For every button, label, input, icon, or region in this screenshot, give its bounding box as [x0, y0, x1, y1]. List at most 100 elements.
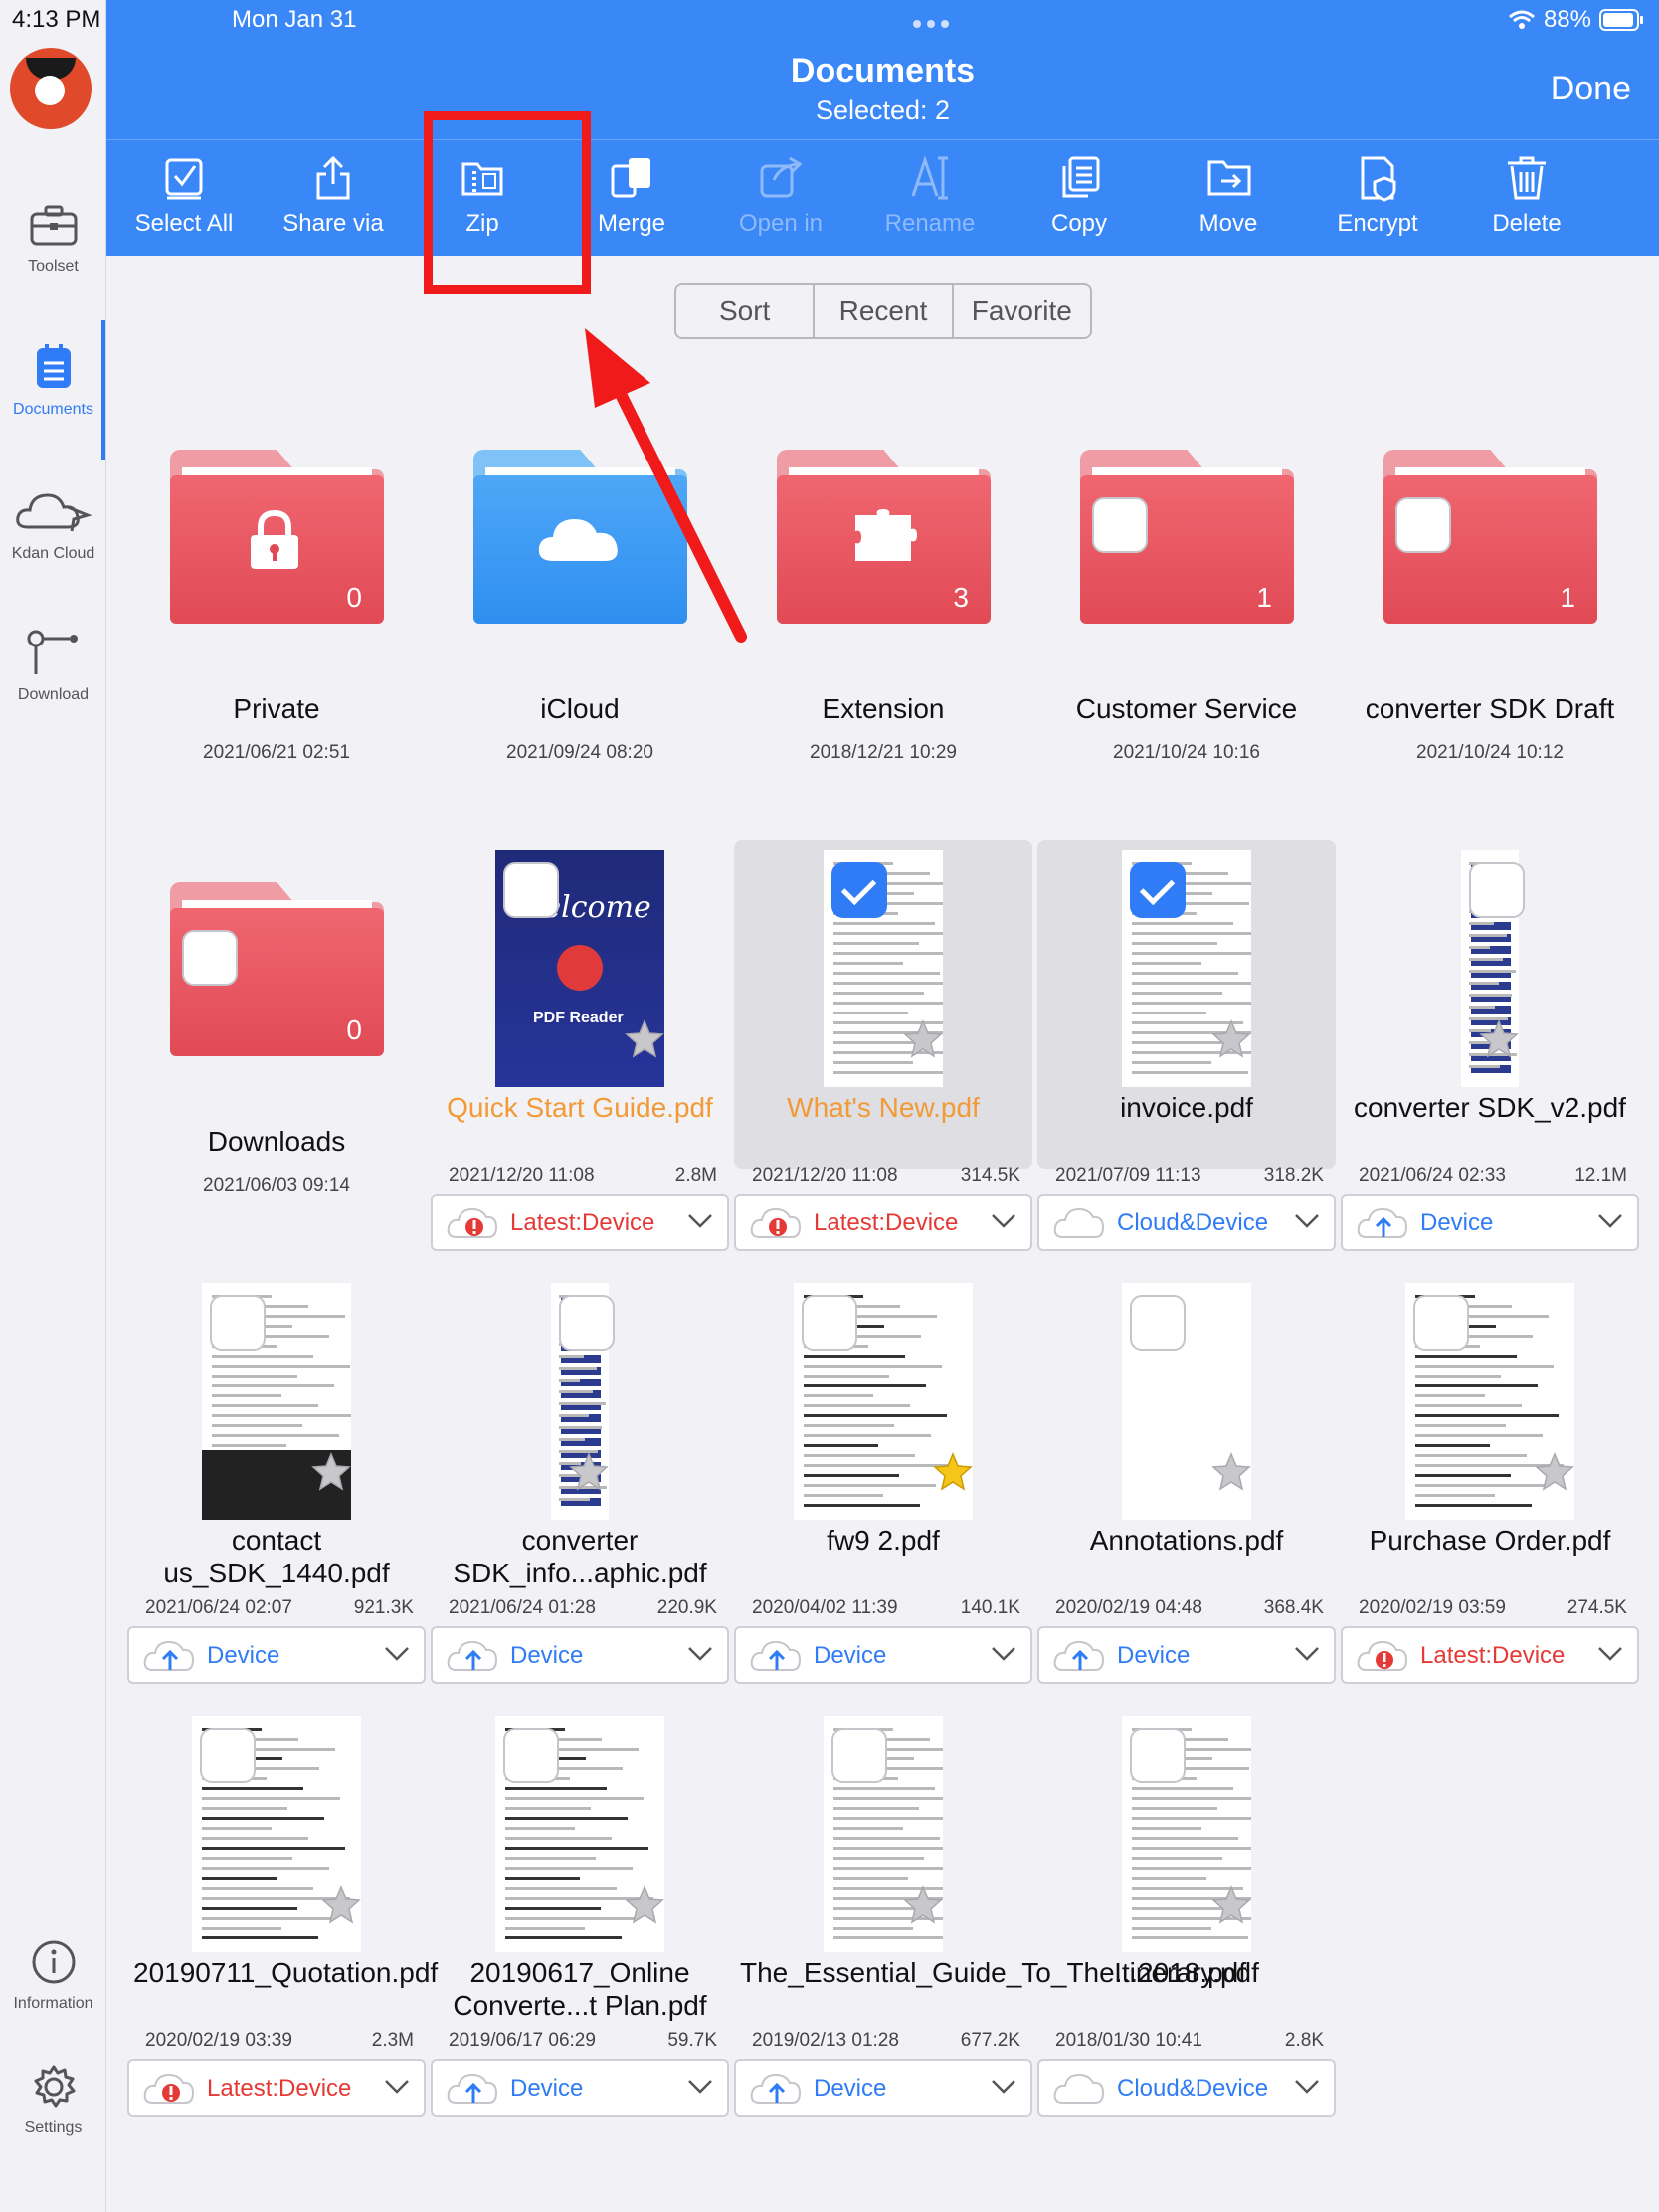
select-checkbox[interactable] — [1130, 1295, 1186, 1351]
star-icon[interactable] — [321, 1885, 361, 1930]
tool-share-via-button[interactable]: Share via — [259, 154, 408, 238]
folder-count: 1 — [1560, 582, 1575, 613]
select-checkbox[interactable] — [1395, 497, 1451, 553]
folder-private[interactable]: 0 Private 2021/06/21 02:51 — [127, 380, 426, 798]
chevron-down-icon — [1597, 1646, 1623, 1667]
folder-converter-sdk-draft[interactable]: 1 converter SDK Draft 2021/10/24 10:12 — [1341, 380, 1639, 798]
sync-status-dropdown[interactable]: Cloud&Device — [1037, 2059, 1336, 2117]
sidebar-item-download[interactable]: Download — [0, 627, 106, 704]
select-checkbox[interactable] — [1413, 1295, 1469, 1351]
warning-cloud-icon — [1357, 1638, 1410, 1679]
file-item-what-s-new-pdf[interactable]: What's New.pdf 2021/12/20 11:08 314.5K — [734, 840, 1032, 1186]
tool-encrypt-button[interactable]: Encrypt — [1303, 154, 1452, 238]
done-button[interactable]: Done — [1551, 70, 1631, 108]
select-checkbox[interactable] — [1469, 862, 1525, 918]
star-icon[interactable] — [1211, 1019, 1251, 1064]
file-item-itinerary-pdf[interactable]: Itinerary.pdf 2018/01/30 10:41 2.8K — [1037, 1706, 1336, 2051]
tool-label: Share via — [282, 210, 384, 237]
sync-status-dropdown[interactable]: Latest:Device — [127, 2059, 426, 2117]
tool-open-in-button[interactable]: Open in — [706, 154, 855, 238]
folder-customer-service[interactable]: 1 Customer Service 2021/10/24 10:16 — [1037, 380, 1336, 798]
file-item-20190711-quotation-pdf[interactable]: 20190711_Quotation.pdf 2020/02/19 03:39 2.… — [127, 1706, 438, 2051]
segment-sort[interactable]: Sort — [676, 285, 816, 337]
chevron-down-icon — [991, 1213, 1016, 1234]
tool-label: Encrypt — [1337, 210, 1418, 237]
star-icon[interactable] — [1211, 1452, 1251, 1497]
star-filled-icon[interactable] — [933, 1452, 973, 1497]
file-size: 59.7K — [667, 2030, 717, 2051]
select-checkbox[interactable] — [831, 862, 887, 918]
tool-move-button[interactable]: Move — [1154, 154, 1303, 238]
sync-status-dropdown[interactable]: Device — [1341, 1194, 1639, 1251]
tool-select-all-button[interactable]: Select All — [109, 154, 259, 238]
select-checkbox[interactable] — [1130, 1728, 1186, 1783]
star-icon[interactable] — [311, 1452, 351, 1497]
sync-status-dropdown[interactable]: Device — [431, 1626, 729, 1684]
star-icon[interactable] — [903, 1019, 943, 1064]
file-item-the-essential-guide-to-the-2018-pdf[interactable]: The_Essential_Guide_To_The...2018.pdf 201… — [734, 1706, 1247, 2051]
file-item-converter-sdk-info-aphic-pdf[interactable]: converter SDK_info...aphic.pdf 2021/06/24… — [431, 1273, 729, 1618]
sidebar-item-information[interactable]: Information — [0, 1939, 106, 2013]
sync-status-dropdown[interactable]: Device — [431, 2059, 729, 2117]
sync-status-dropdown[interactable]: Cloud&Device — [1037, 1194, 1336, 1251]
sync-status-dropdown[interactable]: Device — [127, 1626, 426, 1684]
segment-favorite[interactable]: Favorite — [954, 285, 1090, 337]
file-item-20190617-online-converte-t-plan-pdf[interactable]: 20190617_Online Converte...t Plan.pdf 201… — [431, 1706, 729, 2051]
multitask-dots[interactable] — [913, 20, 949, 28]
segment-recent[interactable]: Recent — [815, 285, 954, 337]
file-item-quick-start-guide-pdf[interactable]: Welcome PDF Reader Quick Start Guide.pdf 20… — [431, 840, 729, 1186]
star-icon[interactable] — [569, 1452, 609, 1497]
sync-status-dropdown[interactable]: Latest:Device — [734, 1194, 1032, 1251]
sync-status-dropdown[interactable]: Device — [734, 2059, 1032, 2117]
star-icon[interactable] — [1479, 1019, 1519, 1064]
select-all-icon — [109, 154, 259, 202]
file-item-contact-us-sdk-1440-pdf[interactable]: contact us_SDK_1440.pdf 2021/06/24 02:07 9… — [127, 1273, 426, 1618]
encrypt-icon — [1303, 154, 1452, 202]
select-checkbox[interactable] — [1092, 497, 1148, 553]
folder-date: 2021/09/24 08:20 — [506, 742, 653, 763]
sync-status-dropdown[interactable]: Latest:Device — [431, 1194, 729, 1251]
file-item-converter-sdk-v2-pdf[interactable]: converter SDK_v2.pdf 2021/06/24 02:33 12.1… — [1341, 840, 1639, 1186]
file-name: The_Essential_Guide_To_The...2018.pdf — [740, 1957, 1247, 1988]
star-icon[interactable] — [625, 1019, 664, 1064]
tool-delete-button[interactable]: Delete — [1452, 154, 1601, 238]
select-checkbox[interactable] — [200, 1728, 256, 1783]
sidebar-item-kdan-cloud[interactable]: Kdan Cloud — [0, 485, 106, 563]
star-icon[interactable] — [1211, 1885, 1251, 1930]
star-icon[interactable] — [1535, 1452, 1574, 1497]
folder-downloads[interactable]: 0 Downloads 2021/06/03 09:14 — [127, 813, 426, 1230]
select-checkbox[interactable] — [559, 1295, 615, 1351]
folder-extension[interactable]: 3 Extension 2018/12/21 10:29 — [734, 380, 1032, 798]
sync-status-dropdown[interactable]: Latest:Device — [1341, 1626, 1639, 1684]
file-date: 2019/06/17 06:29 — [449, 2030, 596, 2051]
file-item-fw9-2-pdf[interactable]: fw9 2.pdf 2020/04/02 11:39 140.1K — [734, 1273, 1032, 1618]
folder-icloud[interactable]: iCloud 2021/09/24 08:20 — [431, 380, 729, 798]
info-icon — [0, 1939, 106, 1985]
select-checkbox[interactable] — [802, 1295, 857, 1351]
file-name: converter SDK_info...aphic.pdf — [453, 1525, 707, 1588]
star-icon[interactable] — [625, 1885, 664, 1930]
sidebar-item-toolset[interactable]: Toolset — [0, 204, 106, 276]
sidebar-item-settings[interactable]: Settings — [0, 2064, 106, 2137]
sync-status-dropdown[interactable]: Device — [734, 1626, 1032, 1684]
avatar[interactable] — [10, 48, 92, 129]
tool-rename-button[interactable]: Rename — [855, 154, 1005, 238]
folder-count: 0 — [346, 582, 362, 613]
file-size: 921.3K — [353, 1597, 414, 1618]
status-date: Mon Jan 31 — [232, 6, 357, 33]
select-checkbox[interactable] — [182, 930, 238, 986]
file-date: 2021/06/24 02:33 — [1359, 1165, 1506, 1186]
file-item-invoice-pdf[interactable]: invoice.pdf 2021/07/09 11:13 318.2K — [1037, 840, 1336, 1186]
file-item-annotations-pdf[interactable]: Annotations.pdf 2020/02/19 04:48 368.4K — [1037, 1273, 1336, 1618]
select-checkbox[interactable] — [503, 1728, 559, 1783]
select-checkbox[interactable] — [503, 862, 559, 918]
sidebar-item-documents[interactable]: Documents — [0, 343, 106, 419]
chevron-down-icon — [384, 2079, 410, 2100]
sync-status-dropdown[interactable]: Device — [1037, 1626, 1336, 1684]
tool-copy-button[interactable]: Copy — [1005, 154, 1154, 238]
select-checkbox[interactable] — [210, 1295, 266, 1351]
file-item-purchase-order-pdf[interactable]: Purchase Order.pdf 2020/02/19 03:59 274.5K — [1341, 1273, 1639, 1618]
star-icon[interactable] — [903, 1885, 943, 1930]
select-checkbox[interactable] — [1130, 862, 1186, 918]
select-checkbox[interactable] — [831, 1728, 887, 1783]
